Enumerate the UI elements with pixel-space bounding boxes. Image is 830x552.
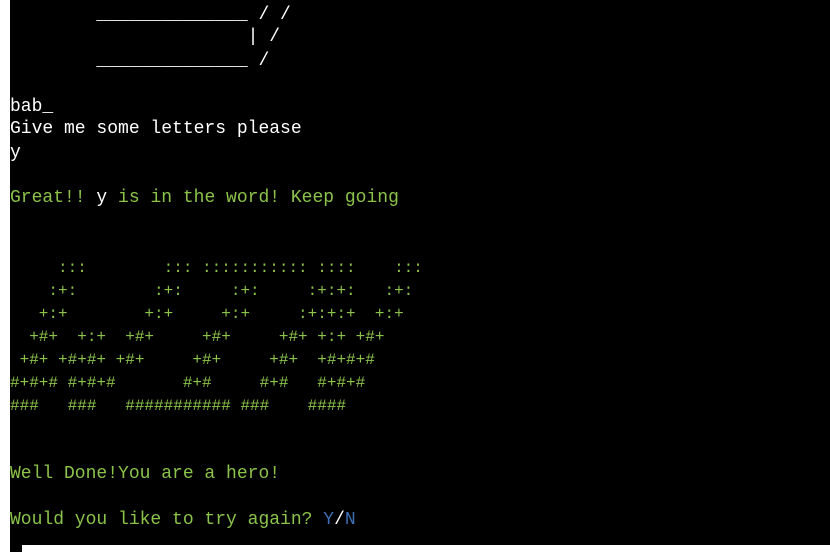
feedback-prefix: Great!! xyxy=(10,188,97,208)
terminal-window: ______________ / / | / ______________ / … xyxy=(10,0,830,545)
feedback-suffix: is in the word! Keep going xyxy=(107,188,399,208)
letter-prompt: Give me some letters please xyxy=(10,119,302,139)
win-message: Well Done!You are a hero! xyxy=(10,464,281,484)
hangman-line-3: ______________ / xyxy=(10,51,270,71)
win-banner-line: ### ### ########### ### #### xyxy=(10,397,347,415)
win-banner-line: +:+ +:+ +:+ :+:+:+ +:+ xyxy=(10,305,404,323)
replay-prompt: Would you like to try again? Y/N xyxy=(10,509,356,532)
terminal-input[interactable]: y xyxy=(10,142,21,165)
terminal-corner xyxy=(10,545,22,552)
replay-yes-option[interactable]: Y xyxy=(323,510,334,530)
hangman-line-2: | / xyxy=(10,27,281,47)
feedback-letter: y xyxy=(96,188,108,208)
win-banner-line: +#+ +#+#+ +#+ +#+ +#+ +#+#+# xyxy=(10,351,375,369)
word-progress: bab_ xyxy=(10,97,54,117)
win-banner-line: ::: ::: ::::::::::: :::: ::: xyxy=(10,259,423,277)
replay-no-option[interactable]: N xyxy=(345,510,356,530)
guess-feedback: Great!! y is in the word! Keep going xyxy=(10,187,399,210)
win-banner-line: #+#+# #+#+# #+# #+# #+#+# xyxy=(10,374,366,392)
replay-separator: / xyxy=(334,510,345,530)
replay-question: Would you like to try again? xyxy=(10,510,324,530)
win-banner-line: :+: :+: :+: :+:+: :+: xyxy=(10,282,414,300)
hangman-line-1: ______________ / / xyxy=(10,5,291,25)
win-banner-line: +#+ +:+ +#+ +#+ +#+ +:+ +#+ xyxy=(10,328,385,346)
